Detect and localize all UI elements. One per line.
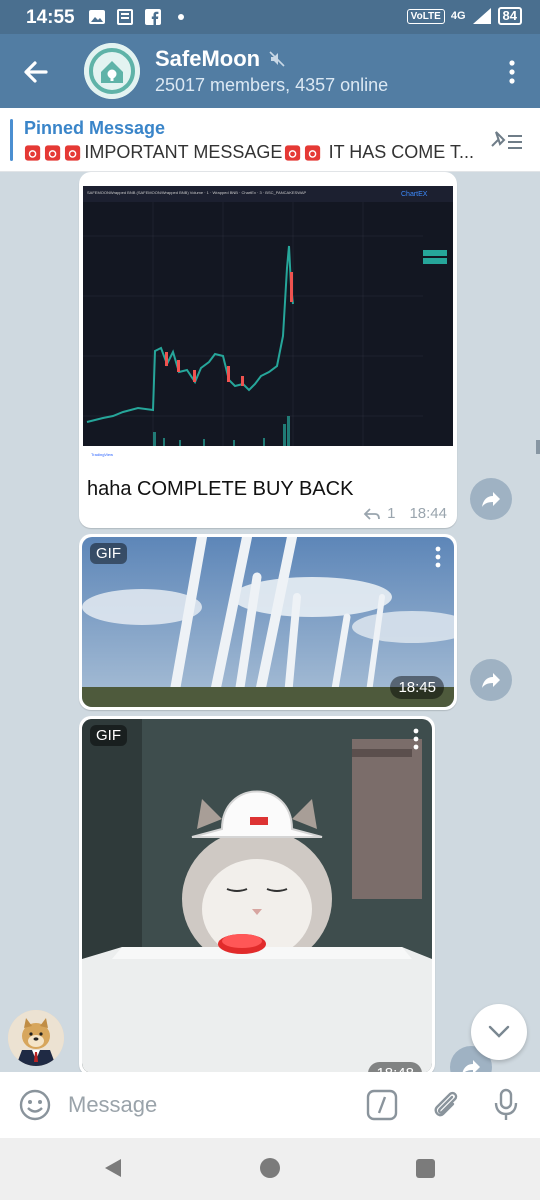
message-input-bar — [0, 1072, 540, 1138]
gif-badge: GIF — [90, 725, 127, 746]
pinned-label: Pinned Message — [24, 118, 166, 138]
share-button[interactable] — [470, 659, 512, 701]
pinned-list-icon[interactable] — [488, 126, 524, 154]
siren-icon — [65, 144, 81, 161]
chat-subtitle: 25017 members, 4357 online — [155, 75, 389, 95]
siren-icon — [305, 144, 321, 161]
share-icon — [482, 492, 500, 507]
mic-icon[interactable] — [490, 1087, 522, 1123]
status-right: VoLTE 4G 84 — [406, 7, 522, 25]
message-time: 18:45 — [390, 676, 444, 699]
message-text: haha COMPLETE BUY BACK — [87, 478, 354, 500]
status-bar: 14:55 VoLTE 4G 84 — [0, 0, 540, 34]
gif-badge: GIF — [90, 543, 127, 564]
gif-rockets[interactable]: GIF 18:45 — [82, 537, 454, 707]
network-label: 4G — [450, 10, 466, 22]
dot-icon — [178, 14, 184, 20]
system-nav-bar — [0, 1138, 540, 1200]
notification-icons — [88, 8, 190, 26]
volte-label: VoLTE — [406, 8, 445, 24]
chat-area: SAFEMOONWrapped BNB (SAFEMOON/Wrapped BN… — [0, 172, 540, 1072]
pinned-indicator — [10, 119, 13, 161]
message-input[interactable] — [68, 1090, 348, 1120]
news-icon — [117, 9, 133, 25]
gif-cat[interactable]: GIF 18:48 — [82, 719, 432, 1072]
share-icon — [482, 673, 500, 688]
signal-icon — [472, 8, 491, 24]
siren-icon — [45, 144, 61, 161]
pinned-text-b: IT HAS COME T... — [328, 142, 474, 162]
scroll-handle[interactable] — [536, 440, 540, 454]
emoji-icon[interactable] — [18, 1088, 52, 1122]
pinned-text: IMPORTANT MESSAGE IT HAS COME T... — [24, 142, 474, 163]
chart-header-text: SAFEMOONWrapped BNB (SAFEMOON/Wrapped BN… — [87, 190, 307, 195]
gif-message[interactable]: GIF 18:48 — [79, 716, 435, 1072]
share-button[interactable] — [470, 478, 512, 520]
message-time: 18:48 — [368, 1062, 422, 1072]
battery-level: 84 — [497, 7, 522, 25]
facebook-icon — [145, 9, 161, 25]
more-vert-icon[interactable] — [412, 727, 420, 751]
chat-avatar[interactable] — [84, 43, 140, 99]
nav-home-icon[interactable] — [260, 1158, 280, 1178]
chat-title-row[interactable]: SafeMoon — [155, 46, 286, 72]
message-meta: 1 18:44 — [363, 505, 447, 522]
gif-image — [82, 719, 432, 1072]
slash-command-icon[interactable] — [366, 1089, 398, 1121]
siren-icon — [24, 144, 41, 161]
reply-count: 1 — [387, 505, 396, 522]
scroll-down-button[interactable] — [471, 1004, 527, 1060]
message-time: 18:44 — [409, 505, 447, 522]
chart-screenshot[interactable]: SAFEMOONWrapped BNB (SAFEMOON/Wrapped BN… — [83, 176, 453, 460]
more-vert-icon[interactable] — [502, 58, 522, 86]
chevron-down-icon — [488, 1025, 510, 1038]
more-vert-icon[interactable] — [434, 545, 442, 569]
reply-icon[interactable] — [363, 507, 381, 521]
siren-icon — [285, 144, 301, 161]
chat-title: SafeMoon — [155, 46, 261, 71]
attach-icon[interactable] — [428, 1087, 462, 1121]
gif-message[interactable]: GIF 18:45 — [79, 534, 457, 710]
back-arrow-icon[interactable] — [18, 54, 54, 90]
gallery-icon — [89, 10, 105, 24]
chat-header: SafeMoon 25017 members, 4357 online — [0, 34, 540, 108]
sender-avatar[interactable] — [8, 1010, 64, 1066]
tradingview-label: TradingView — [91, 452, 113, 457]
message-bubble[interactable]: SAFEMOONWrapped BNB (SAFEMOON/Wrapped BN… — [79, 172, 457, 528]
chart-image: SAFEMOONWrapped BNB (SAFEMOON/Wrapped BN… — [83, 176, 453, 460]
nav-back-icon[interactable] — [103, 1158, 123, 1178]
safemoon-logo — [84, 43, 140, 99]
share-icon — [462, 1060, 480, 1072]
nav-recent-icon[interactable] — [416, 1159, 435, 1178]
doge-avatar — [8, 1010, 64, 1066]
pinned-message[interactable]: Pinned Message IMPORTANT MESSAGE IT HAS … — [0, 108, 540, 172]
status-time: 14:55 — [26, 7, 75, 28]
mute-icon — [269, 51, 285, 67]
pinned-text-a: IMPORTANT MESSAGE — [84, 142, 283, 162]
chart-brand: ChartEX — [401, 191, 428, 198]
